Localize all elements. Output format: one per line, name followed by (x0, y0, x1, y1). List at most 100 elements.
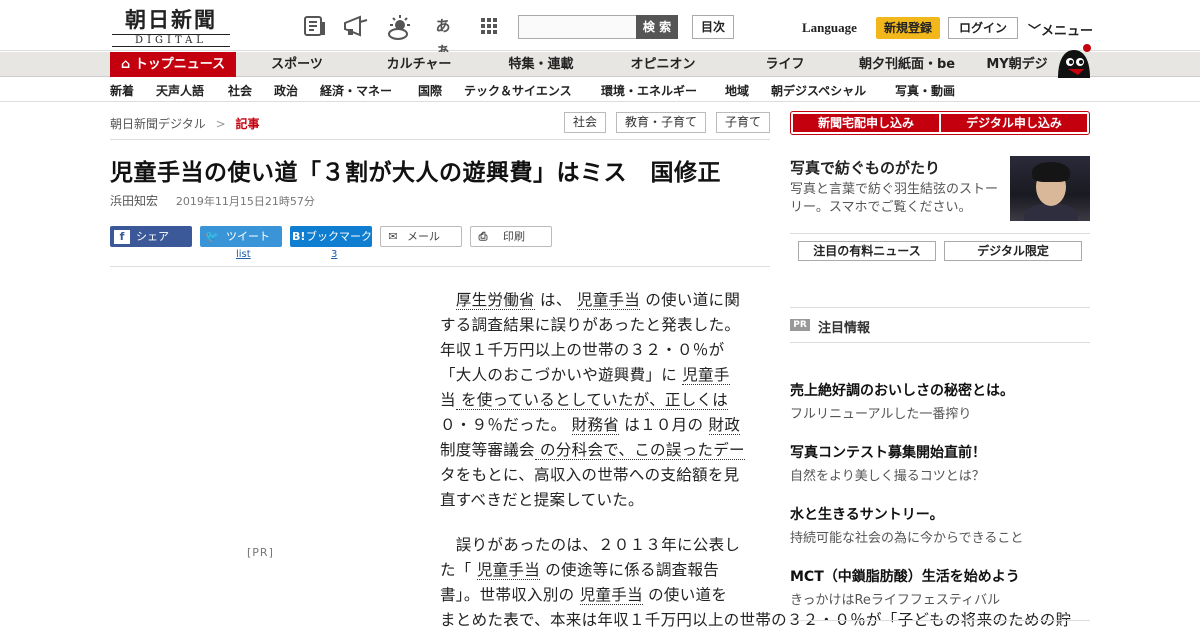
keyword-link[interactable]: 財務省 (571, 416, 620, 435)
article-text: 当 (440, 391, 456, 409)
nav-latest[interactable]: 新着 (110, 82, 134, 99)
tag-education[interactable]: 教育・子育て (616, 112, 706, 133)
register-button[interactable]: 新規登録 (876, 17, 940, 39)
keyword-link[interactable]: を使っているとしていたが、正しくは (455, 391, 729, 410)
ad-title[interactable]: 写真コンテスト募集開始直前！ (790, 442, 986, 462)
feature-title[interactable]: 写真で紡ぐものがたり (790, 157, 940, 178)
newspaper-delivery-button[interactable]: 新聞宅配申し込み (793, 114, 939, 132)
nav-top-news[interactable]: ⌂ トップニュース (110, 52, 236, 77)
feature-photo[interactable] (1010, 156, 1090, 221)
article-line: 厚生労働省 は、 児童手当 の使い道に関 (440, 288, 770, 313)
article-line: 制度等審議会 の分科会で、この誤ったデー (440, 438, 770, 463)
weather-icon[interactable] (386, 14, 412, 40)
article-text: の使い道を (642, 586, 728, 604)
ad-title[interactable]: MCT（中鎖脂肪酸）生活を始めよう (790, 566, 1020, 586)
keyword-link[interactable]: 児童手当 (576, 291, 641, 310)
menu-label: メニュー (1041, 24, 1094, 39)
nav-paper[interactable]: 朝夕刊紙面・be (852, 52, 962, 77)
photo-figure-hair (1032, 162, 1070, 182)
grid-icon[interactable] (476, 14, 502, 38)
nav-sports[interactable]: スポーツ (258, 52, 336, 77)
font-size-icon[interactable]: あぁ (430, 14, 456, 59)
article-line: 「大人のおこづかいや遊興費」に 児童手 (440, 363, 770, 388)
author[interactable]: 浜田知宏 (110, 194, 158, 208)
nav-region[interactable]: 地域 (725, 82, 749, 99)
nav-opinion[interactable]: オピニオン (622, 52, 704, 77)
article-text: ０・９％だった。 (440, 416, 572, 434)
share-label: シェア (136, 230, 169, 243)
print-button[interactable]: ⎙ 印刷 (470, 226, 552, 247)
twitter-share-button[interactable]: 🐦 ツイート (200, 226, 282, 247)
photo-figure-body (1024, 204, 1078, 221)
nav-life[interactable]: ライフ (752, 52, 818, 77)
subscribe-buttons: 新聞宅配申し込み デジタル申し込み (790, 111, 1090, 135)
article-text: 書」。世帯収入別の (440, 586, 580, 604)
nav-environment[interactable]: 環境・エネルギー (601, 82, 697, 99)
login-button[interactable]: ログイン (948, 17, 1018, 39)
facebook-icon: f (114, 230, 130, 244)
keyword-link[interactable]: 財政 (708, 416, 741, 435)
home-icon: ⌂ (120, 57, 135, 72)
breadcrumb-home[interactable]: 朝日新聞デジタル (110, 117, 206, 131)
divider (110, 266, 770, 267)
hatena-bookmark-button[interactable]: B!ブックマーク (290, 226, 372, 247)
divider (790, 307, 1090, 308)
nav-photo-video[interactable]: 写真・動画 (895, 82, 955, 99)
contents-button[interactable]: 目次 (692, 15, 734, 39)
mail-button[interactable]: ✉ メール (380, 226, 462, 247)
nav-my-asahi[interactable]: MY朝デジ (982, 52, 1052, 77)
hatena-icon: B! (292, 230, 306, 243)
nav-culture[interactable]: カルチャー (376, 52, 462, 77)
nav-tech-science[interactable]: テック＆サイエンス (464, 82, 572, 99)
nav-features[interactable]: 特集・連載 (500, 52, 582, 77)
top-bar: 朝日新聞 DIGITAL あぁ 検 索 目次 Language 新規登録 ログイ… (0, 0, 1200, 59)
keyword-link[interactable]: の分科会で、この誤ったデー (534, 441, 745, 460)
digital-subscribe-button[interactable]: デジタル申し込み (941, 114, 1087, 132)
mail-icon: ✉ (388, 230, 398, 243)
search-button[interactable]: 検 索 (636, 15, 678, 39)
twitter-count[interactable]: list (236, 249, 251, 260)
search-input[interactable] (518, 15, 638, 39)
print-icon: ⎙ (478, 230, 488, 243)
paid-news-button[interactable]: 注目の有料ニュース (798, 241, 936, 261)
facebook-share-button[interactable]: f シェア (110, 226, 192, 247)
megaphone-icon[interactable] (342, 14, 368, 38)
nav-politics[interactable]: 政治 (274, 82, 298, 99)
keyword-link[interactable]: 児童手当 (476, 561, 541, 580)
language-link[interactable]: Language (802, 20, 857, 36)
nav-society[interactable]: 社会 (228, 82, 252, 99)
ad-description[interactable]: きっかけはReライフフェスティバル (790, 589, 1000, 608)
nav-tensei-jingo[interactable]: 天声人語 (156, 82, 204, 99)
article-line: 当 を使っているとしていたが、正しくは (440, 388, 770, 413)
ad-description[interactable]: 自然をより美しく撮るコツとは？ (790, 465, 985, 484)
ad-description[interactable]: フルリニューアルした一番搾り (790, 403, 971, 422)
article-line: 年収１千万円以上の世帯の３２・０％が (440, 338, 770, 363)
ad-description[interactable]: 持続可能な社会の為に今からできること (790, 527, 1023, 546)
keyword-link[interactable]: 児童手当 (579, 586, 643, 605)
nav-economy[interactable]: 経済・マネー (320, 82, 392, 99)
article-paragraph: 厚生労働省 は、 児童手当 の使い道に関する調査結果に誤りがあったと発表した。年… (440, 288, 770, 513)
keyword-link[interactable]: 厚生労働省 (455, 291, 535, 310)
nav-international[interactable]: 国際 (418, 82, 442, 99)
pr-label: [PR] (247, 546, 274, 559)
article-text: 誤りがあったのは、２０１３年に公表し (440, 536, 741, 554)
ad-title[interactable]: 売上絶好調のおいしさの秘密とは。 (790, 380, 1014, 400)
keyword-link[interactable]: 児童手 (682, 366, 730, 385)
byline: 浜田知宏 2019年11月15日21時57分 (110, 192, 315, 209)
digital-only-button[interactable]: デジタル限定 (944, 241, 1082, 261)
share-label: ツイート (226, 230, 270, 243)
article-line: タをもとに、高収入の世帯への支給額を見 (440, 463, 770, 488)
menu-button[interactable]: ﹀メニュー (1028, 20, 1093, 39)
mascot-icon[interactable] (1054, 44, 1092, 78)
breadcrumb-separator: > (215, 117, 226, 131)
tag-childcare[interactable]: 子育て (716, 112, 770, 133)
ad-title[interactable]: 水と生きるサントリー。 (790, 504, 944, 524)
feature-description[interactable]: 写真と言葉で紡ぐ羽生結弦のストーリー。スマホでご覧ください。 (790, 181, 1002, 217)
hatena-count[interactable]: 3 (331, 249, 337, 260)
site-logo[interactable]: 朝日新聞 DIGITAL (112, 8, 230, 47)
tag-society[interactable]: 社会 (564, 112, 606, 133)
article-text: する調査結果に誤りがあったと発表した。 (440, 316, 741, 334)
nav-special[interactable]: 朝デジスペシャル (771, 82, 866, 99)
newspaper-icon[interactable] (302, 14, 328, 38)
article-text: 「大人のおこづかいや遊興費」に (440, 366, 683, 384)
